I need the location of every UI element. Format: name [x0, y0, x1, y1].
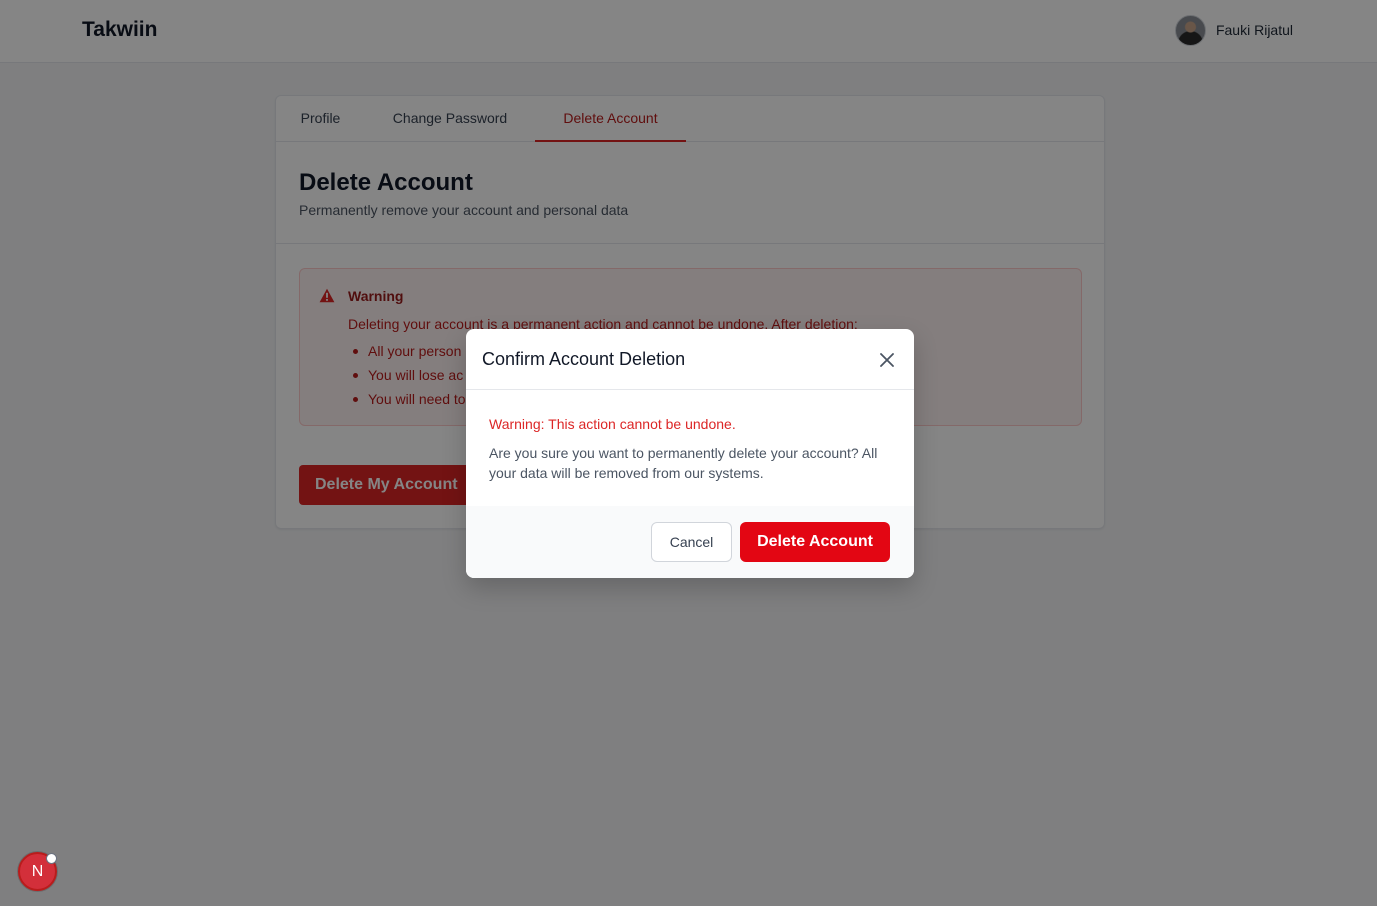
- modal-warning-text: Warning: This action cannot be undone.: [489, 416, 736, 432]
- modal-header: Confirm Account Deletion: [466, 329, 914, 390]
- modal-message: Are you sure you want to permanently del…: [489, 445, 878, 481]
- confirm-deletion-modal: Confirm Account Deletion Warning: This a…: [466, 329, 914, 578]
- modal-title: Confirm Account Deletion: [482, 349, 686, 369]
- close-icon[interactable]: [876, 349, 898, 371]
- modal-footer: Cancel Delete Account: [466, 506, 914, 578]
- cancel-button[interactable]: Cancel: [651, 522, 732, 562]
- badge-indicator-dot: [46, 853, 57, 864]
- confirm-delete-account-button[interactable]: Delete Account: [740, 522, 890, 562]
